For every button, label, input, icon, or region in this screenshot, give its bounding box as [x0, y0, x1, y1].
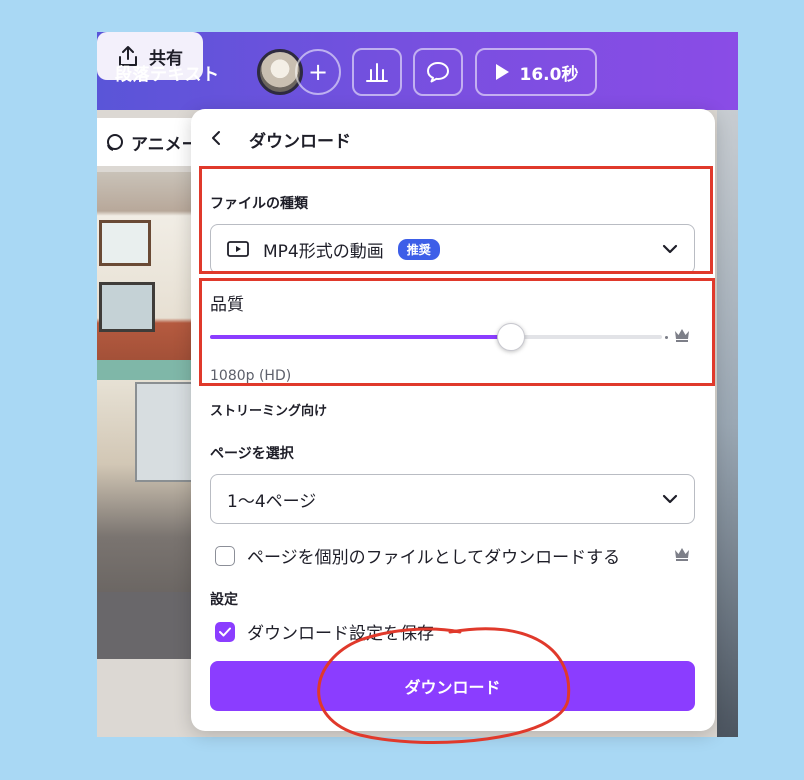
annotation-circle-download: [317, 627, 571, 744]
